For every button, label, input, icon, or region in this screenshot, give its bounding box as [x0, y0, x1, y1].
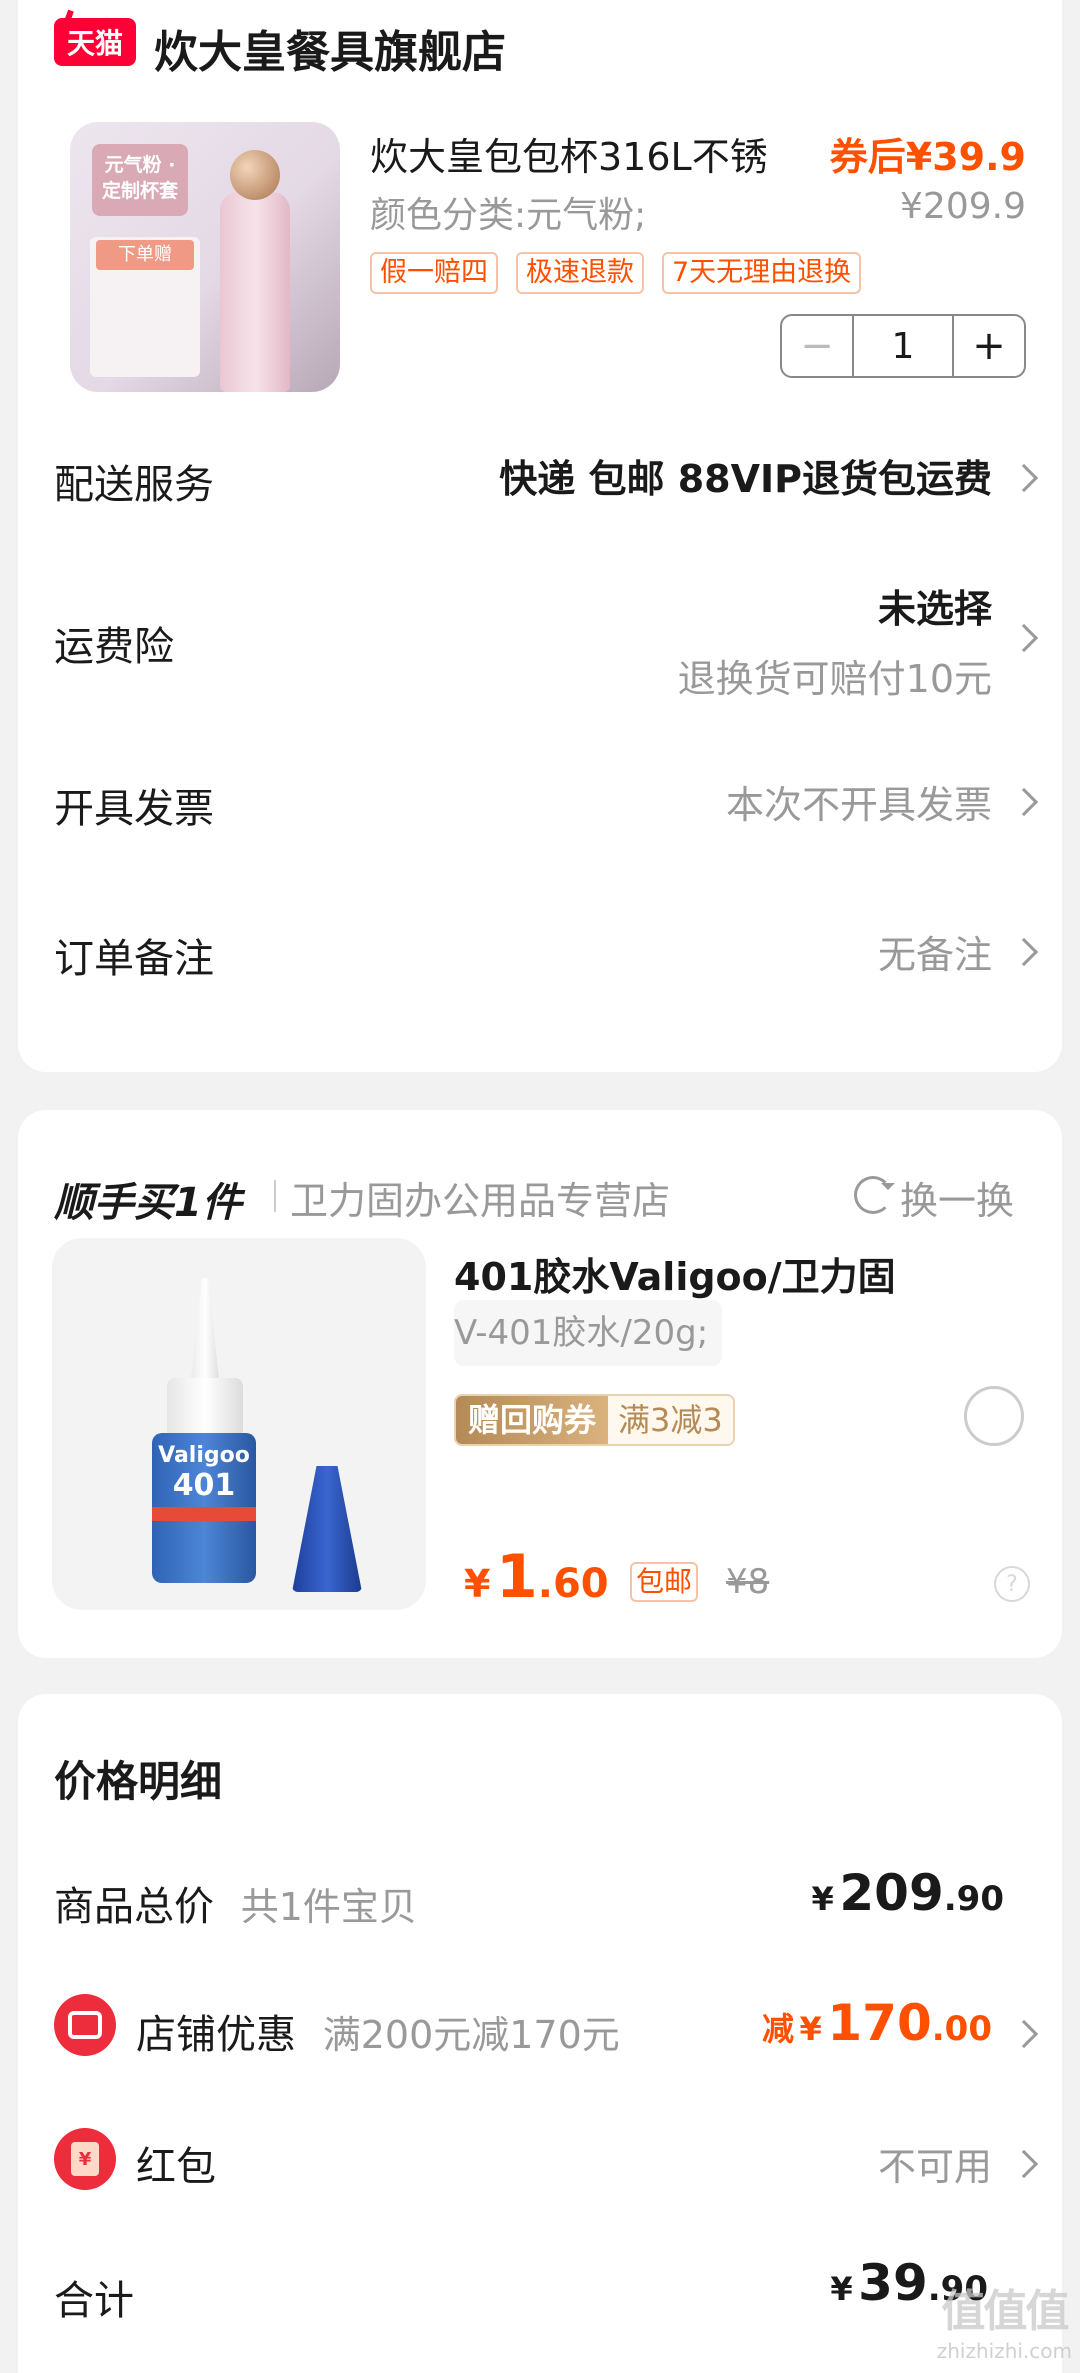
delivery-value[interactable]: 快递 包邮 88VIP退货包运费 — [499, 448, 992, 503]
store-discount-rule: 满200元减170元 — [322, 2013, 620, 2057]
repurchase-coupon-badge: 赠回购券 满3减3 — [454, 1394, 735, 1446]
shipping-insurance-sub[interactable]: 退换货可赔付10元 — [678, 648, 992, 703]
coupon-left-text: 赠回购券 — [456, 1396, 609, 1444]
discount-prefix: 减 — [761, 2010, 794, 2048]
order-item-card: 天猫 炊大皇餐具旗舰店 元气粉 ·定制杯套 下单赠 炊大皇包包杯316L不锈 券… — [18, 0, 1062, 1072]
glue-label-stripe — [152, 1507, 256, 1521]
chevron-right-icon[interactable] — [1009, 463, 1039, 493]
watermark-url: zhizhizhi.com — [936, 2339, 1072, 2363]
delivery-label: 配送服务 — [54, 462, 214, 508]
quantity-value[interactable]: 1 — [854, 316, 952, 376]
store-discount-text: 店铺优惠 — [136, 2012, 296, 2058]
add-on-product-title[interactable]: 401胶水Valigoo/卫力固 — [454, 1246, 896, 1301]
badge-fast-refund: 极速退款 — [516, 252, 644, 294]
red-packet-icon-glyph: ¥ — [71, 2142, 99, 2176]
help-icon-glyph: ? — [1006, 1571, 1018, 1597]
total-price-value: ¥ 209.90 — [812, 1864, 1004, 1922]
coupon-right-text: 满3减3 — [608, 1396, 733, 1444]
invoice-value[interactable]: 本次不开具发票 — [726, 774, 992, 829]
amount-integer: 170 — [827, 1994, 932, 2052]
price-detail-title: 价格明细 — [54, 1757, 223, 1806]
add-on-original-price: ¥8 — [726, 1562, 770, 1602]
total-item-count: 共1件宝贝 — [240, 1885, 417, 1929]
price-decimal: .60 — [537, 1561, 609, 1607]
swap-button[interactable]: 换一换 — [900, 1170, 1014, 1225]
amount-decimal: .00 — [931, 2009, 992, 2049]
chevron-right-icon[interactable] — [1009, 623, 1039, 653]
help-icon[interactable]: ? — [994, 1566, 1030, 1602]
chevron-right-icon[interactable] — [1009, 2149, 1039, 2179]
add-on-product-spec[interactable]: V-401胶水/20g; — [454, 1300, 723, 1366]
red-packet-label: 红包 — [136, 2144, 216, 2190]
amount-integer: 209 — [839, 1864, 944, 1922]
price-integer: 1 — [496, 1542, 538, 1612]
glue-nozzle-illustration — [190, 1278, 220, 1388]
store-name[interactable]: 炊大皇餐具旗舰店 — [154, 16, 506, 80]
quantity-stepper: − 1 + — [780, 314, 1026, 378]
currency: ¥ — [799, 2010, 822, 2048]
store-discount-label: 店铺优惠 满200元减170元 — [136, 2002, 620, 2060]
store-discount-value[interactable]: 减 ¥ 170.00 — [762, 1994, 992, 2052]
shipping-insurance-value[interactable]: 未选择 — [878, 578, 992, 633]
invoice-label: 开具发票 — [54, 786, 214, 832]
red-packet-icon: ¥ — [54, 2128, 116, 2190]
total-price-label: 商品总价 共1件宝贝 — [54, 1874, 417, 1932]
add-on-select-radio[interactable] — [964, 1386, 1024, 1446]
chevron-right-icon[interactable] — [1009, 937, 1039, 967]
gift-label: 下单赠 — [96, 240, 194, 270]
tmall-logo-text: 天猫 — [66, 27, 123, 60]
price-detail-card: 价格明细 商品总价 共1件宝贝 ¥ 209.90 店铺优惠 满200元减170元… — [18, 1694, 1062, 2373]
store-discount-icon — [54, 1994, 116, 2056]
product-image-tag: 元气粉 ·定制杯套 — [92, 144, 188, 216]
add-on-spec-text: V-401胶水/20g; — [454, 1313, 709, 1353]
refresh-icon[interactable] — [854, 1176, 895, 1214]
glue-model-text: 401 — [172, 1468, 236, 1503]
watermark: 值值值 zhizhizhi.com — [937, 2275, 1072, 2363]
product-title[interactable]: 炊大皇包包杯316L不锈 — [370, 126, 768, 181]
product-spec[interactable]: 颜色分类:元气粉; — [370, 186, 646, 238]
product-original-price: ¥209.9 — [900, 186, 1026, 227]
watermark-logo: 值值值 — [941, 2286, 1069, 2337]
currency: ¥ — [830, 2270, 853, 2308]
add-on-product-image[interactable]: Valigoo 401 — [52, 1238, 426, 1610]
order-note-label: 订单备注 — [54, 936, 214, 982]
glue-brand-text: Valigoo — [158, 1443, 250, 1468]
price-currency: ¥ — [464, 1562, 491, 1606]
glue-body-illustration: Valigoo 401 — [152, 1433, 256, 1583]
quantity-plus-button[interactable]: + — [952, 316, 1024, 376]
chevron-right-icon[interactable] — [1009, 2019, 1039, 2049]
bottle-illustration — [220, 192, 290, 392]
product-image[interactable]: 元气粉 ·定制杯套 下单赠 — [70, 122, 340, 392]
divider — [274, 1180, 276, 1212]
chevron-right-icon[interactable] — [1009, 787, 1039, 817]
currency: ¥ — [811, 1880, 834, 1918]
amount-decimal: .90 — [943, 1879, 1004, 1919]
badge-fake-compensation: 假一赔四 — [370, 252, 498, 294]
sum-label: 合计 — [54, 2278, 134, 2324]
product-price: 券后¥39.9 — [829, 135, 1026, 179]
tmall-logo-icon: 天猫 — [54, 18, 136, 66]
badge-7day-return: 7天无理由退换 — [662, 252, 862, 294]
add-on-title: 顺手买1件 — [54, 1180, 242, 1226]
quantity-minus-button[interactable]: − — [782, 316, 854, 376]
add-on-price: ¥ 1.60 — [464, 1542, 609, 1612]
add-on-card: 顺手买1件 卫力固办公用品专营店 换一换 Valigoo 401 401胶水Va… — [18, 1110, 1062, 1658]
red-packet-value[interactable]: 不可用 — [878, 2136, 992, 2191]
shipping-insurance-label: 运费险 — [54, 624, 174, 670]
order-note-value[interactable]: 无备注 — [878, 924, 992, 979]
bottle-cap-illustration — [230, 150, 280, 200]
glue-cap-illustration — [292, 1466, 362, 1592]
free-shipping-badge: 包邮 — [630, 1562, 699, 1602]
glue-neck-illustration — [167, 1378, 243, 1438]
total-label-text: 商品总价 — [54, 1884, 214, 1930]
amount-integer: 39 — [858, 2254, 928, 2312]
add-on-store-name[interactable]: 卫力固办公用品专营店 — [290, 1170, 670, 1225]
